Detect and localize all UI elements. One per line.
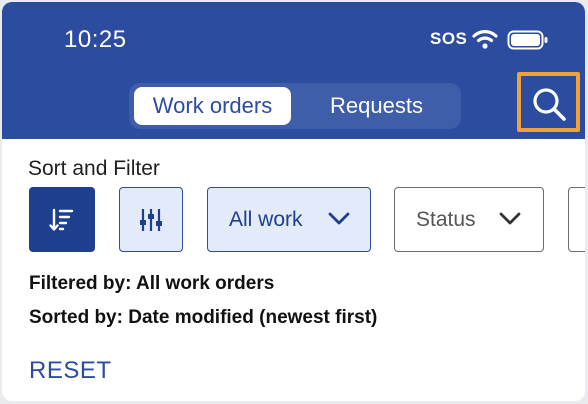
reset-button[interactable]: RESET bbox=[29, 357, 112, 385]
tab-work-orders[interactable]: Work orders bbox=[134, 87, 291, 125]
next-filter-chip[interactable] bbox=[568, 187, 585, 252]
all-work-label: All work bbox=[229, 208, 303, 231]
sorted-by-text: Sorted by: Date modified (newest first) bbox=[29, 307, 378, 328]
wifi-icon bbox=[472, 30, 498, 49]
sliders-icon bbox=[140, 209, 162, 231]
chevron-down-icon bbox=[328, 212, 350, 225]
tab-segmented-control: Work orders Requests bbox=[129, 83, 461, 129]
filter-settings-button[interactable] bbox=[119, 187, 183, 252]
search-icon bbox=[533, 88, 566, 121]
sos-indicator: SOS bbox=[430, 29, 468, 48]
sort-filter-title: Sort and Filter bbox=[28, 157, 160, 180]
header: 10:25 SOS Work orders Requests bbox=[2, 2, 585, 139]
app-screen: 10:25 SOS Work orders Requests Sort and … bbox=[2, 2, 585, 401]
status-label: Status bbox=[416, 208, 476, 231]
chevron-down-icon bbox=[499, 212, 521, 225]
tab-requests[interactable]: Requests bbox=[299, 87, 454, 125]
search-button[interactable] bbox=[517, 72, 580, 132]
status-time: 10:25 bbox=[64, 26, 127, 53]
sort-descending-icon bbox=[49, 208, 74, 231]
filtered-by-text: Filtered by: All work orders bbox=[29, 273, 275, 294]
battery-icon bbox=[507, 30, 548, 50]
all-work-dropdown[interactable]: All work bbox=[207, 187, 371, 252]
sort-button[interactable] bbox=[29, 187, 95, 252]
status-dropdown[interactable]: Status bbox=[394, 187, 544, 252]
